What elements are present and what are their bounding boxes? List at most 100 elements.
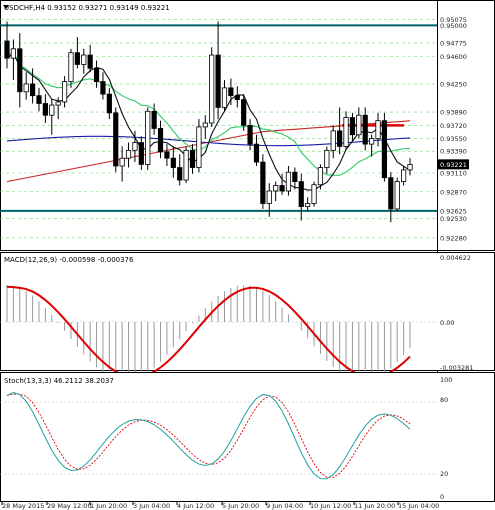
time-label: 11 Jun 20:00 bbox=[354, 502, 395, 510]
price-label: 0.93110 bbox=[440, 170, 467, 178]
candle-body bbox=[349, 117, 356, 136]
candle-body bbox=[170, 157, 176, 168]
candle-body bbox=[55, 101, 61, 106]
candle-body bbox=[68, 52, 74, 83]
candle-body bbox=[330, 130, 336, 151]
candle-body bbox=[10, 48, 16, 59]
price-label: 0.92280 bbox=[440, 234, 467, 242]
candle-body bbox=[260, 161, 266, 204]
candle-body bbox=[253, 143, 260, 163]
candle-body bbox=[81, 54, 87, 65]
stoch-title: Stoch(13,3,3) 46.2112 38.2037 bbox=[4, 377, 114, 385]
candle-body bbox=[234, 95, 240, 100]
candle-body bbox=[183, 149, 189, 181]
time-label: 29 May 12:00 bbox=[47, 502, 92, 510]
time-label: 1 Jun 20:00 bbox=[90, 502, 127, 510]
candle-body bbox=[228, 87, 234, 97]
candle-body bbox=[215, 54, 221, 108]
stoch-label-20: 20 bbox=[440, 470, 448, 478]
candle-body bbox=[49, 104, 55, 116]
price-label: 0.92530 bbox=[440, 215, 467, 223]
candle-body bbox=[17, 48, 23, 93]
candle-body bbox=[196, 126, 202, 168]
candle-body bbox=[4, 40, 10, 59]
price-label: 0.93550 bbox=[440, 135, 467, 143]
candle-body bbox=[407, 164, 413, 171]
candle-body bbox=[394, 181, 400, 210]
time-label: 28 May 2015 bbox=[2, 502, 44, 510]
candle-body bbox=[388, 177, 394, 210]
candle-body bbox=[113, 112, 119, 167]
candle-body bbox=[23, 83, 29, 93]
macd-label-bottom: -0.003281 bbox=[440, 364, 473, 372]
candle-body bbox=[132, 142, 138, 151]
time-label: 4 Jun 12:00 bbox=[177, 502, 214, 510]
price-label: 0.92870 bbox=[440, 188, 467, 196]
time-label: 5 Jun 20:00 bbox=[222, 502, 259, 510]
candle-body bbox=[247, 124, 253, 145]
candle-body bbox=[241, 99, 247, 126]
candle-body bbox=[273, 185, 279, 192]
candle-body bbox=[74, 52, 80, 65]
price-label: 0.93390 bbox=[440, 148, 467, 156]
candle-body bbox=[381, 120, 388, 179]
stoch-label-0: 0 bbox=[440, 493, 444, 501]
candle-body bbox=[138, 142, 144, 165]
candle-body bbox=[285, 171, 292, 192]
candle-body bbox=[151, 110, 157, 129]
macd-title: MACD(12,26,9) -0.000598 -0.000376 bbox=[4, 256, 134, 264]
candle-body bbox=[93, 67, 100, 83]
macd-label-top: 0.004622 bbox=[440, 254, 471, 262]
candle-body bbox=[61, 81, 68, 103]
chart-canvas: 0.950750.950000.947750.946000.942500.938… bbox=[0, 0, 495, 510]
candle-body bbox=[298, 181, 304, 207]
candle-body bbox=[305, 203, 311, 207]
price-label: 0.95000 bbox=[440, 22, 467, 30]
macd-label-zero: 0.00 bbox=[440, 319, 454, 327]
candle-body bbox=[337, 130, 343, 147]
stoch-label-80: 80 bbox=[440, 396, 448, 404]
candle-body bbox=[157, 128, 164, 153]
candle-body bbox=[221, 87, 228, 108]
candle-body bbox=[29, 83, 36, 97]
price-label: 0.93890 bbox=[440, 109, 467, 117]
time-axis: 28 May 2015 29 May 12:001 Jun 20:00 3 Jun … bbox=[1, 501, 439, 510]
candle-body bbox=[266, 190, 272, 204]
candle-body bbox=[87, 54, 93, 69]
candle-body bbox=[375, 120, 381, 140]
time-label: 9 Jun 04:00 bbox=[266, 502, 303, 510]
main-chart-title: USDCHF,H4 0.93152 0.93271 0.93149 0.9322… bbox=[4, 4, 170, 12]
candle-body bbox=[317, 167, 324, 186]
candle-body bbox=[209, 54, 215, 124]
candle-body bbox=[292, 171, 298, 183]
candle-body bbox=[401, 169, 407, 183]
candle-body bbox=[125, 149, 132, 159]
candle-body bbox=[362, 114, 368, 145]
price-label: 0.94250 bbox=[440, 80, 467, 88]
candle-body bbox=[311, 184, 317, 204]
candle-body bbox=[42, 103, 48, 116]
price-label: 0.94775 bbox=[440, 39, 467, 47]
candle-body bbox=[343, 117, 349, 147]
candle-body bbox=[324, 149, 330, 168]
candle-body bbox=[177, 167, 183, 181]
macd-panel-frame bbox=[0, 252, 495, 371]
stoch-label-100: 100 bbox=[440, 376, 452, 384]
time-label: 10 Jun 12:00 bbox=[310, 502, 351, 510]
candle-body bbox=[189, 149, 196, 168]
candle-body bbox=[279, 185, 285, 192]
stoch-panel-frame bbox=[0, 372, 495, 502]
price-label: 0.93720 bbox=[440, 122, 467, 130]
candle-body bbox=[36, 95, 42, 104]
candle-body bbox=[106, 93, 112, 114]
candle-body bbox=[119, 157, 125, 167]
price-label: 0.94600 bbox=[440, 53, 467, 61]
current-price-label: 0.93221 bbox=[440, 161, 467, 169]
candle-body bbox=[356, 114, 362, 136]
candle-body bbox=[202, 122, 208, 128]
time-label: 3 Jun 04:00 bbox=[133, 502, 170, 510]
candle-body bbox=[164, 151, 170, 159]
candle-body bbox=[145, 110, 151, 165]
candle-body bbox=[100, 81, 106, 95]
time-label: 15 Jun 04:00 bbox=[398, 502, 439, 510]
